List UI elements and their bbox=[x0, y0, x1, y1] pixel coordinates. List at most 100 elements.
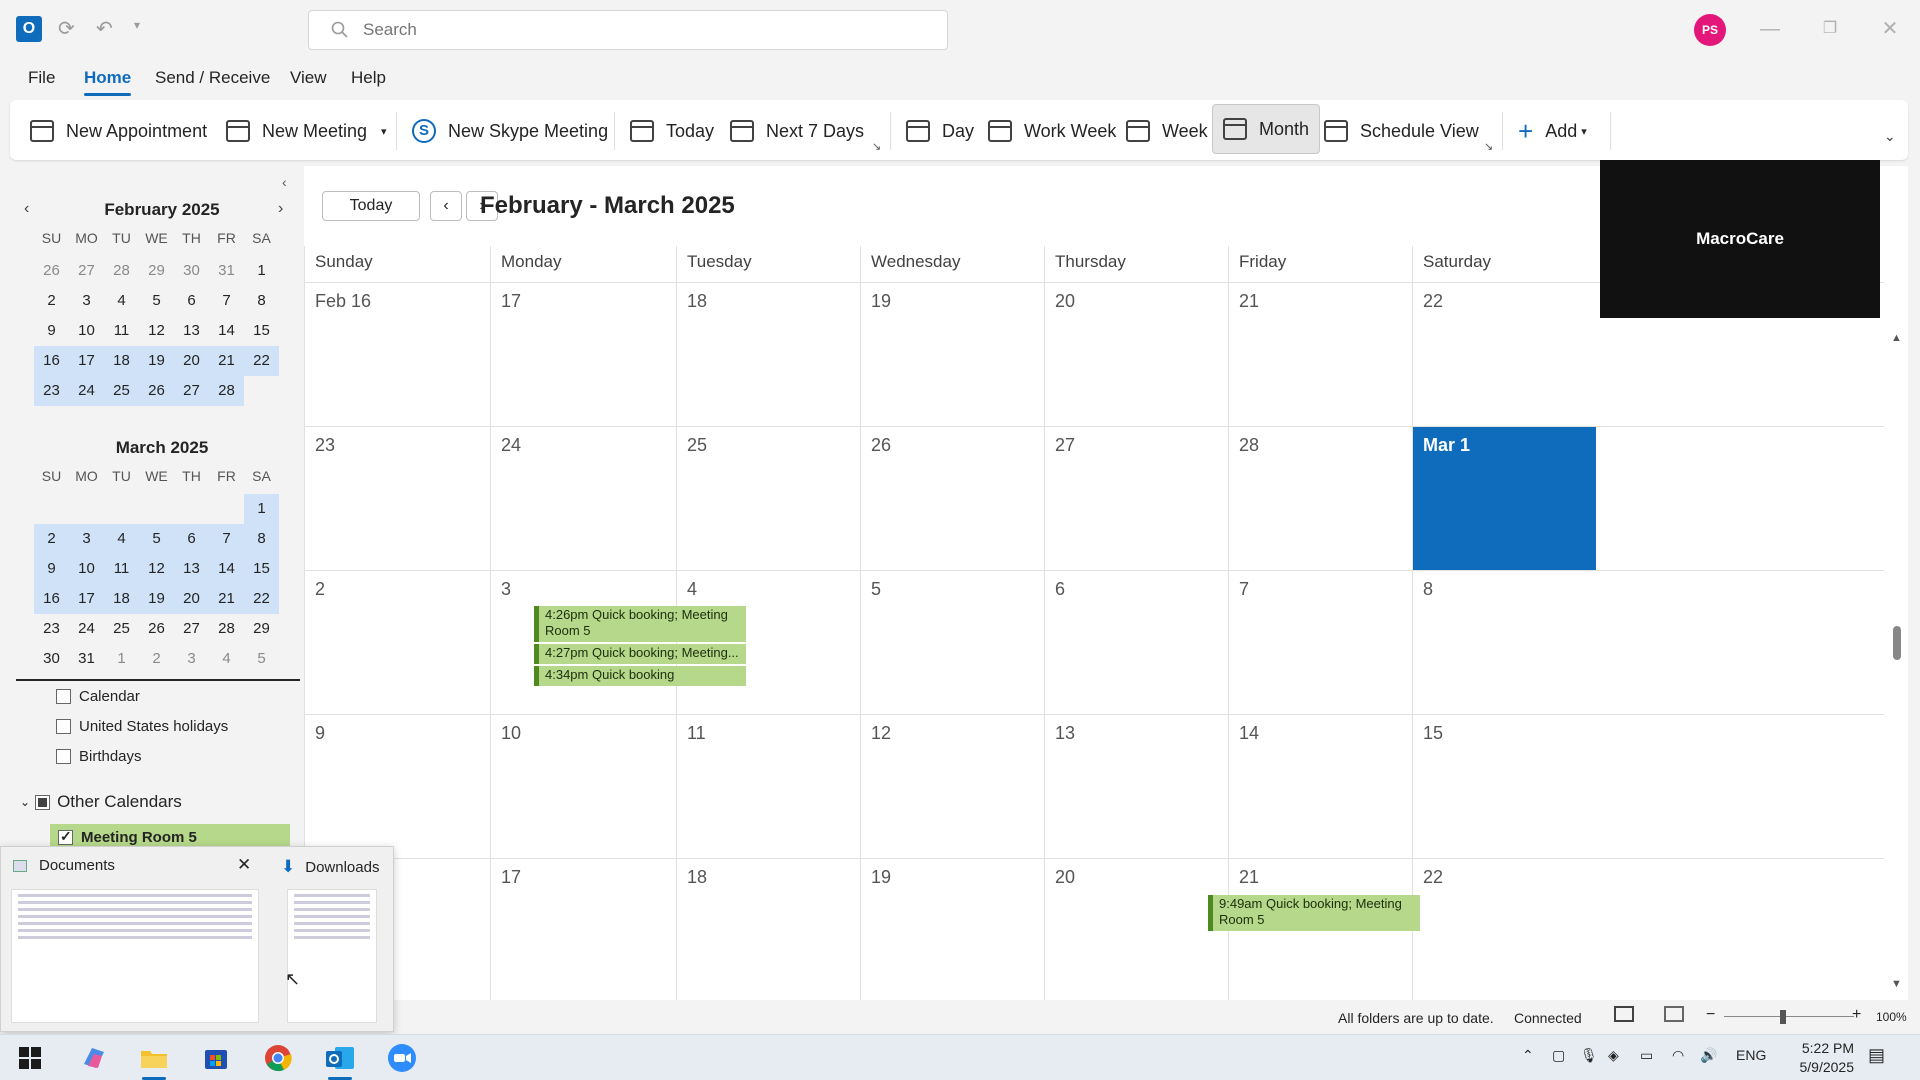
day-cell[interactable]: 14 bbox=[1228, 715, 1412, 859]
day-cell[interactable]: 7 bbox=[1228, 571, 1412, 715]
day-cell[interactable]: 18 bbox=[676, 283, 860, 427]
day-cell[interactable]: Feb 16 bbox=[304, 283, 490, 427]
chevron-down-icon[interactable]: ▾ bbox=[381, 125, 387, 138]
mini-cal-prev-icon[interactable]: ‹ bbox=[24, 200, 29, 218]
copilot-app[interactable] bbox=[74, 1040, 114, 1076]
mini-calendar-day[interactable]: 30 bbox=[34, 644, 69, 674]
mini-calendar-day[interactable]: 5 bbox=[139, 524, 174, 554]
mini-calendar-day[interactable]: 1 bbox=[104, 644, 139, 674]
day-cell[interactable]: 6 bbox=[1044, 571, 1228, 715]
vpn-icon[interactable]: ◈ bbox=[1608, 1047, 1619, 1064]
mini-calendar-day[interactable]: 21 bbox=[209, 584, 244, 614]
mini-calendar-day[interactable]: 14 bbox=[209, 554, 244, 584]
restore-icon[interactable]: ❐ bbox=[1810, 14, 1850, 44]
mini-calendar-day[interactable]: 4 bbox=[209, 644, 244, 674]
tab-send-receive[interactable]: Send / Receive bbox=[155, 68, 270, 88]
mini-calendar-day[interactable]: 23 bbox=[34, 614, 69, 644]
schedule-view-button[interactable]: Schedule View bbox=[1324, 114, 1479, 148]
tab-home[interactable]: Home bbox=[84, 68, 132, 96]
scroll-up-icon[interactable]: ▲ bbox=[1891, 332, 1902, 344]
mini-calendar-day[interactable]: 14 bbox=[209, 316, 244, 346]
day-cell[interactable]: 12 bbox=[860, 715, 1044, 859]
dialog-launcher-icon[interactable]: ↘ bbox=[1484, 140, 1493, 153]
calendar-event[interactable]: 4:27pm Quick booking; Meeting... bbox=[534, 644, 746, 664]
day-cell[interactable]: 25 bbox=[676, 427, 860, 571]
today-ribbon-button[interactable]: Today bbox=[630, 114, 714, 148]
mini-calendar-day[interactable]: 22 bbox=[244, 584, 279, 614]
mini-calendar-day[interactable]: 10 bbox=[69, 316, 104, 346]
mini-calendar-day[interactable]: 9 bbox=[34, 554, 69, 584]
mini-calendar-day[interactable]: 29 bbox=[139, 256, 174, 286]
day-cell[interactable]: 20 bbox=[1044, 283, 1228, 427]
collapse-pane-icon[interactable]: ‹ bbox=[282, 174, 287, 190]
day-cell[interactable]: 3 bbox=[490, 571, 676, 715]
mini-calendar-day[interactable]: 2 bbox=[34, 286, 69, 316]
vertical-scrollbar[interactable]: ▲ ▼ bbox=[1886, 246, 1908, 1002]
mini-calendar-day[interactable]: 13 bbox=[174, 554, 209, 584]
day-cell[interactable]: 23 bbox=[304, 427, 490, 571]
close-preview-icon[interactable]: ✕ bbox=[237, 855, 251, 875]
mini-calendar-day[interactable]: 7 bbox=[209, 286, 244, 316]
calendar-list-item[interactable]: Calendar bbox=[56, 688, 140, 705]
mini-calendar-day[interactable]: 30 bbox=[174, 256, 209, 286]
zoom-in-icon[interactable]: + bbox=[1852, 1006, 1861, 1024]
dialog-launcher-icon[interactable]: ↘ bbox=[872, 140, 881, 153]
downloads-window-thumbnail[interactable] bbox=[287, 889, 377, 1023]
undo-icon[interactable]: ↶ bbox=[96, 16, 113, 41]
mini-calendar-day[interactable]: 25 bbox=[104, 614, 139, 644]
mini-calendar-day[interactable]: 27 bbox=[69, 256, 104, 286]
mini-calendar-day[interactable]: 23 bbox=[34, 376, 69, 406]
day-cell[interactable]: 26 bbox=[860, 427, 1044, 571]
preview-documents-title[interactable]: Documents bbox=[13, 857, 115, 874]
outlook-taskbar-app[interactable] bbox=[320, 1040, 360, 1080]
wifi-icon[interactable]: ◠ bbox=[1672, 1047, 1684, 1064]
zoom-slider[interactable] bbox=[1724, 1016, 1854, 1017]
group-checkbox[interactable] bbox=[35, 794, 51, 810]
mini-calendar-day[interactable]: 24 bbox=[69, 376, 104, 406]
mini-calendar-day[interactable]: 20 bbox=[174, 346, 209, 376]
day-cell[interactable]: 2 bbox=[304, 571, 490, 715]
day-cell[interactable]: 9 bbox=[304, 715, 490, 859]
tab-view[interactable]: View bbox=[290, 68, 327, 88]
mini-calendar-day[interactable]: 11 bbox=[104, 554, 139, 584]
day-cell[interactable]: 15 bbox=[1412, 715, 1596, 859]
mini-calendar-day[interactable]: 28 bbox=[104, 256, 139, 286]
normal-view-icon[interactable] bbox=[1614, 1006, 1634, 1022]
reading-view-icon[interactable] bbox=[1664, 1006, 1684, 1022]
mini-calendar-day[interactable]: 9 bbox=[34, 316, 69, 346]
day-cell[interactable]: 10 bbox=[490, 715, 676, 859]
notifications-icon[interactable]: ▤ bbox=[1868, 1045, 1885, 1066]
mini-calendar-day[interactable]: 11 bbox=[104, 316, 139, 346]
day-cell[interactable]: 22 bbox=[1412, 283, 1596, 427]
mini-calendar-day[interactable]: 29 bbox=[244, 614, 279, 644]
mini-calendar-day[interactable]: 1 bbox=[244, 256, 279, 286]
tab-file[interactable]: File bbox=[28, 68, 55, 88]
mini-calendar-day[interactable]: 5 bbox=[244, 644, 279, 674]
calendar-event[interactable]: 4:34pm Quick booking bbox=[534, 666, 746, 686]
calendar-checkbox[interactable] bbox=[56, 719, 71, 734]
mini-calendar-day[interactable]: 25 bbox=[104, 376, 139, 406]
mini-calendar-day[interactable]: 3 bbox=[69, 524, 104, 554]
mini-calendar-day[interactable]: 21 bbox=[209, 346, 244, 376]
preview-downloads-title[interactable]: ⬇ Downloads bbox=[281, 857, 379, 877]
mini-calendar-day[interactable]: 12 bbox=[139, 316, 174, 346]
calendar-list-item[interactable]: United States holidays bbox=[56, 718, 228, 735]
chrome-app[interactable] bbox=[258, 1040, 298, 1076]
new-appointment-button[interactable]: New Appointment bbox=[30, 114, 207, 148]
mini-calendar-day[interactable]: 13 bbox=[174, 316, 209, 346]
mini-calendar-day[interactable]: 2 bbox=[139, 644, 174, 674]
add-button[interactable]: + Add ▾ bbox=[1518, 114, 1587, 148]
system-clock[interactable]: 5:22 PM 5/9/2025 bbox=[1750, 1039, 1855, 1077]
mini-calendar-day[interactable]: 31 bbox=[69, 644, 104, 674]
mini-calendar-day[interactable]: 8 bbox=[244, 286, 279, 316]
start-button[interactable] bbox=[10, 1040, 50, 1076]
store-app[interactable] bbox=[196, 1040, 236, 1076]
mini-calendar-day[interactable]: 28 bbox=[209, 376, 244, 406]
scrollbar-thumb[interactable] bbox=[1893, 626, 1901, 660]
mini-calendar-day[interactable]: 26 bbox=[34, 256, 69, 286]
mini-calendar-day[interactable]: 8 bbox=[244, 524, 279, 554]
mini-calendar-day[interactable]: 24 bbox=[69, 614, 104, 644]
day-cell[interactable]: 24 bbox=[490, 427, 676, 571]
ribbon-collapse-icon[interactable]: ⌄ bbox=[1884, 128, 1896, 145]
mini-calendar-day[interactable]: 6 bbox=[174, 524, 209, 554]
